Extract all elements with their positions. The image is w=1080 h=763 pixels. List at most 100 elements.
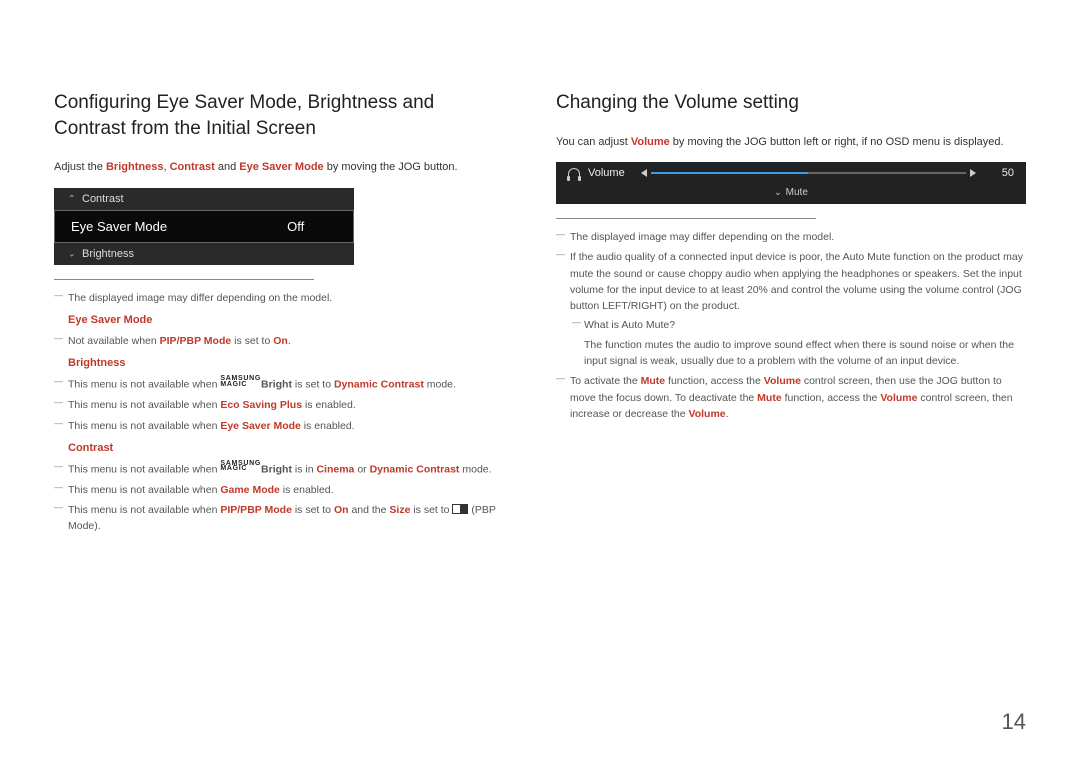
- hl-esm: Eye Saver Mode: [239, 161, 323, 173]
- osd-volume-top: Volume 50: [556, 162, 1026, 184]
- t: mode.: [459, 463, 491, 475]
- chevron-down-icon: ⌄: [774, 187, 782, 197]
- t: Cinema: [316, 463, 354, 475]
- t: Not available when: [68, 335, 160, 347]
- t: is set to: [292, 379, 334, 391]
- t: Volume: [631, 136, 670, 148]
- section-contrast: Contrast: [54, 440, 506, 457]
- osd-volume: Volume 50 ⌄ Mute: [556, 162, 1026, 204]
- t: mode.: [424, 379, 456, 391]
- note-audio: If the audio quality of a connected inpu…: [556, 249, 1026, 369]
- t: is set to: [231, 335, 273, 347]
- t: and the: [349, 504, 390, 516]
- t: by moving the JOG button.: [324, 161, 458, 173]
- osd-up-label: Contrast: [82, 193, 124, 205]
- t: On: [273, 335, 288, 347]
- right-heading: Changing the Volume setting: [556, 90, 1026, 116]
- osd-sel-value: Off: [287, 219, 304, 234]
- left-intro: Adjust the Brightness, Contrast and Eye …: [54, 159, 506, 176]
- note-activate-mute: To activate the Mute function, access th…: [556, 373, 1026, 422]
- con-note-2: This menu is not available when Game Mod…: [54, 482, 506, 498]
- right-notes: The displayed image may differ depending…: [556, 229, 1026, 422]
- t: This menu is not available when: [68, 504, 220, 516]
- t: by moving the JOG button left or right, …: [670, 136, 1004, 148]
- t: is set to: [410, 504, 452, 516]
- t: is enabled.: [302, 399, 356, 411]
- divider: [556, 218, 816, 219]
- left-notes: The displayed image may differ depending…: [54, 290, 506, 535]
- bri-note-1: This menu is not available when SAMSUNGM…: [54, 376, 506, 393]
- left-column: Configuring Eye Saver Mode, Brightness a…: [54, 90, 506, 539]
- t: Volume: [880, 392, 917, 404]
- t: Dynamic Contrast: [370, 463, 460, 475]
- right-intro: You can adjust Volume by moving the JOG …: [556, 134, 1026, 151]
- headphone-icon: [568, 168, 580, 178]
- automute-a: The function mutes the audio to improve …: [584, 337, 1026, 370]
- osd-down-label: Brightness: [82, 248, 134, 260]
- t: This menu is not available when: [68, 420, 220, 432]
- osd-volume-bottom: ⌄ Mute: [556, 184, 1026, 204]
- samsung-magic-icon: SAMSUNGMAGIC: [220, 461, 261, 472]
- t: This menu is not available when: [68, 399, 220, 411]
- left-heading: Configuring Eye Saver Mode, Brightness a…: [54, 90, 506, 141]
- osd-row-selected: Eye Saver Mode Off: [54, 210, 354, 243]
- t: Game Mode: [220, 484, 280, 496]
- t: Mute: [641, 375, 666, 387]
- volume-track: [651, 172, 966, 174]
- triangle-left-icon: [641, 169, 647, 177]
- t: or: [354, 463, 369, 475]
- t: is set to: [292, 504, 334, 516]
- t: Mute: [757, 392, 782, 404]
- osd-row-up: ⌃ Contrast: [54, 188, 354, 210]
- con-note-1: This menu is not available when SAMSUNGM…: [54, 461, 506, 478]
- osd-volume-label: Volume: [588, 167, 625, 179]
- t: If the audio quality of a connected inpu…: [570, 251, 1023, 312]
- divider: [54, 279, 314, 280]
- chevron-down-icon: ⌄: [68, 248, 76, 259]
- hl-brightness: Brightness: [106, 161, 163, 173]
- osd-eye-saver: ⌃ Contrast Eye Saver Mode Off ⌄ Brightne…: [54, 188, 354, 265]
- page-number: 14: [1002, 709, 1026, 735]
- right-column: Changing the Volume setting You can adju…: [556, 90, 1026, 539]
- pbp-icon: [452, 504, 468, 514]
- t: Size: [389, 504, 410, 516]
- t: function, access the: [665, 375, 764, 387]
- t: is enabled.: [301, 420, 355, 432]
- t: Volume: [688, 408, 725, 420]
- volume-slider: [641, 169, 976, 177]
- bri-note-2: This menu is not available when Eco Savi…: [54, 397, 506, 413]
- t: Bright: [261, 379, 292, 391]
- t: .: [726, 408, 729, 420]
- chevron-up-icon: ⌃: [68, 193, 76, 204]
- hl-contrast: Contrast: [170, 161, 215, 173]
- t: is in: [292, 463, 317, 475]
- t: On: [334, 504, 349, 516]
- section-esm: Eye Saver Mode: [54, 312, 506, 329]
- t: Eco Saving Plus: [220, 399, 302, 411]
- note-model: The displayed image may differ depending…: [54, 290, 506, 306]
- t: PIP/PBP Mode: [160, 335, 232, 347]
- samsung-magic-icon: SAMSUNGMAGIC: [220, 376, 261, 387]
- osd-volume-value: 50: [992, 167, 1014, 179]
- t: function, access the: [782, 392, 881, 404]
- triangle-right-icon: [970, 169, 976, 177]
- t: You can adjust: [556, 136, 631, 148]
- t: This menu is not available when: [68, 463, 220, 475]
- t: is enabled.: [280, 484, 334, 496]
- t: Bright: [261, 463, 292, 475]
- volume-fill: [651, 172, 809, 174]
- t: Eye Saver Mode: [220, 420, 301, 432]
- osd-row-down: ⌄ Brightness: [54, 243, 354, 265]
- bri-note-3: This menu is not available when Eye Save…: [54, 418, 506, 434]
- t: This menu is not available when: [68, 379, 220, 391]
- osd-mute-label: Mute: [786, 187, 808, 198]
- section-brightness: Brightness: [54, 355, 506, 372]
- t: This menu is not available when: [68, 484, 220, 496]
- t: To activate the: [570, 375, 641, 387]
- automute-q: What is Auto Mute?: [570, 317, 1026, 333]
- t: Adjust the: [54, 161, 106, 173]
- t: PIP/PBP Mode: [220, 504, 292, 516]
- t: Volume: [764, 375, 801, 387]
- note-model: The displayed image may differ depending…: [556, 229, 1026, 245]
- osd-sel-label: Eye Saver Mode: [71, 219, 167, 234]
